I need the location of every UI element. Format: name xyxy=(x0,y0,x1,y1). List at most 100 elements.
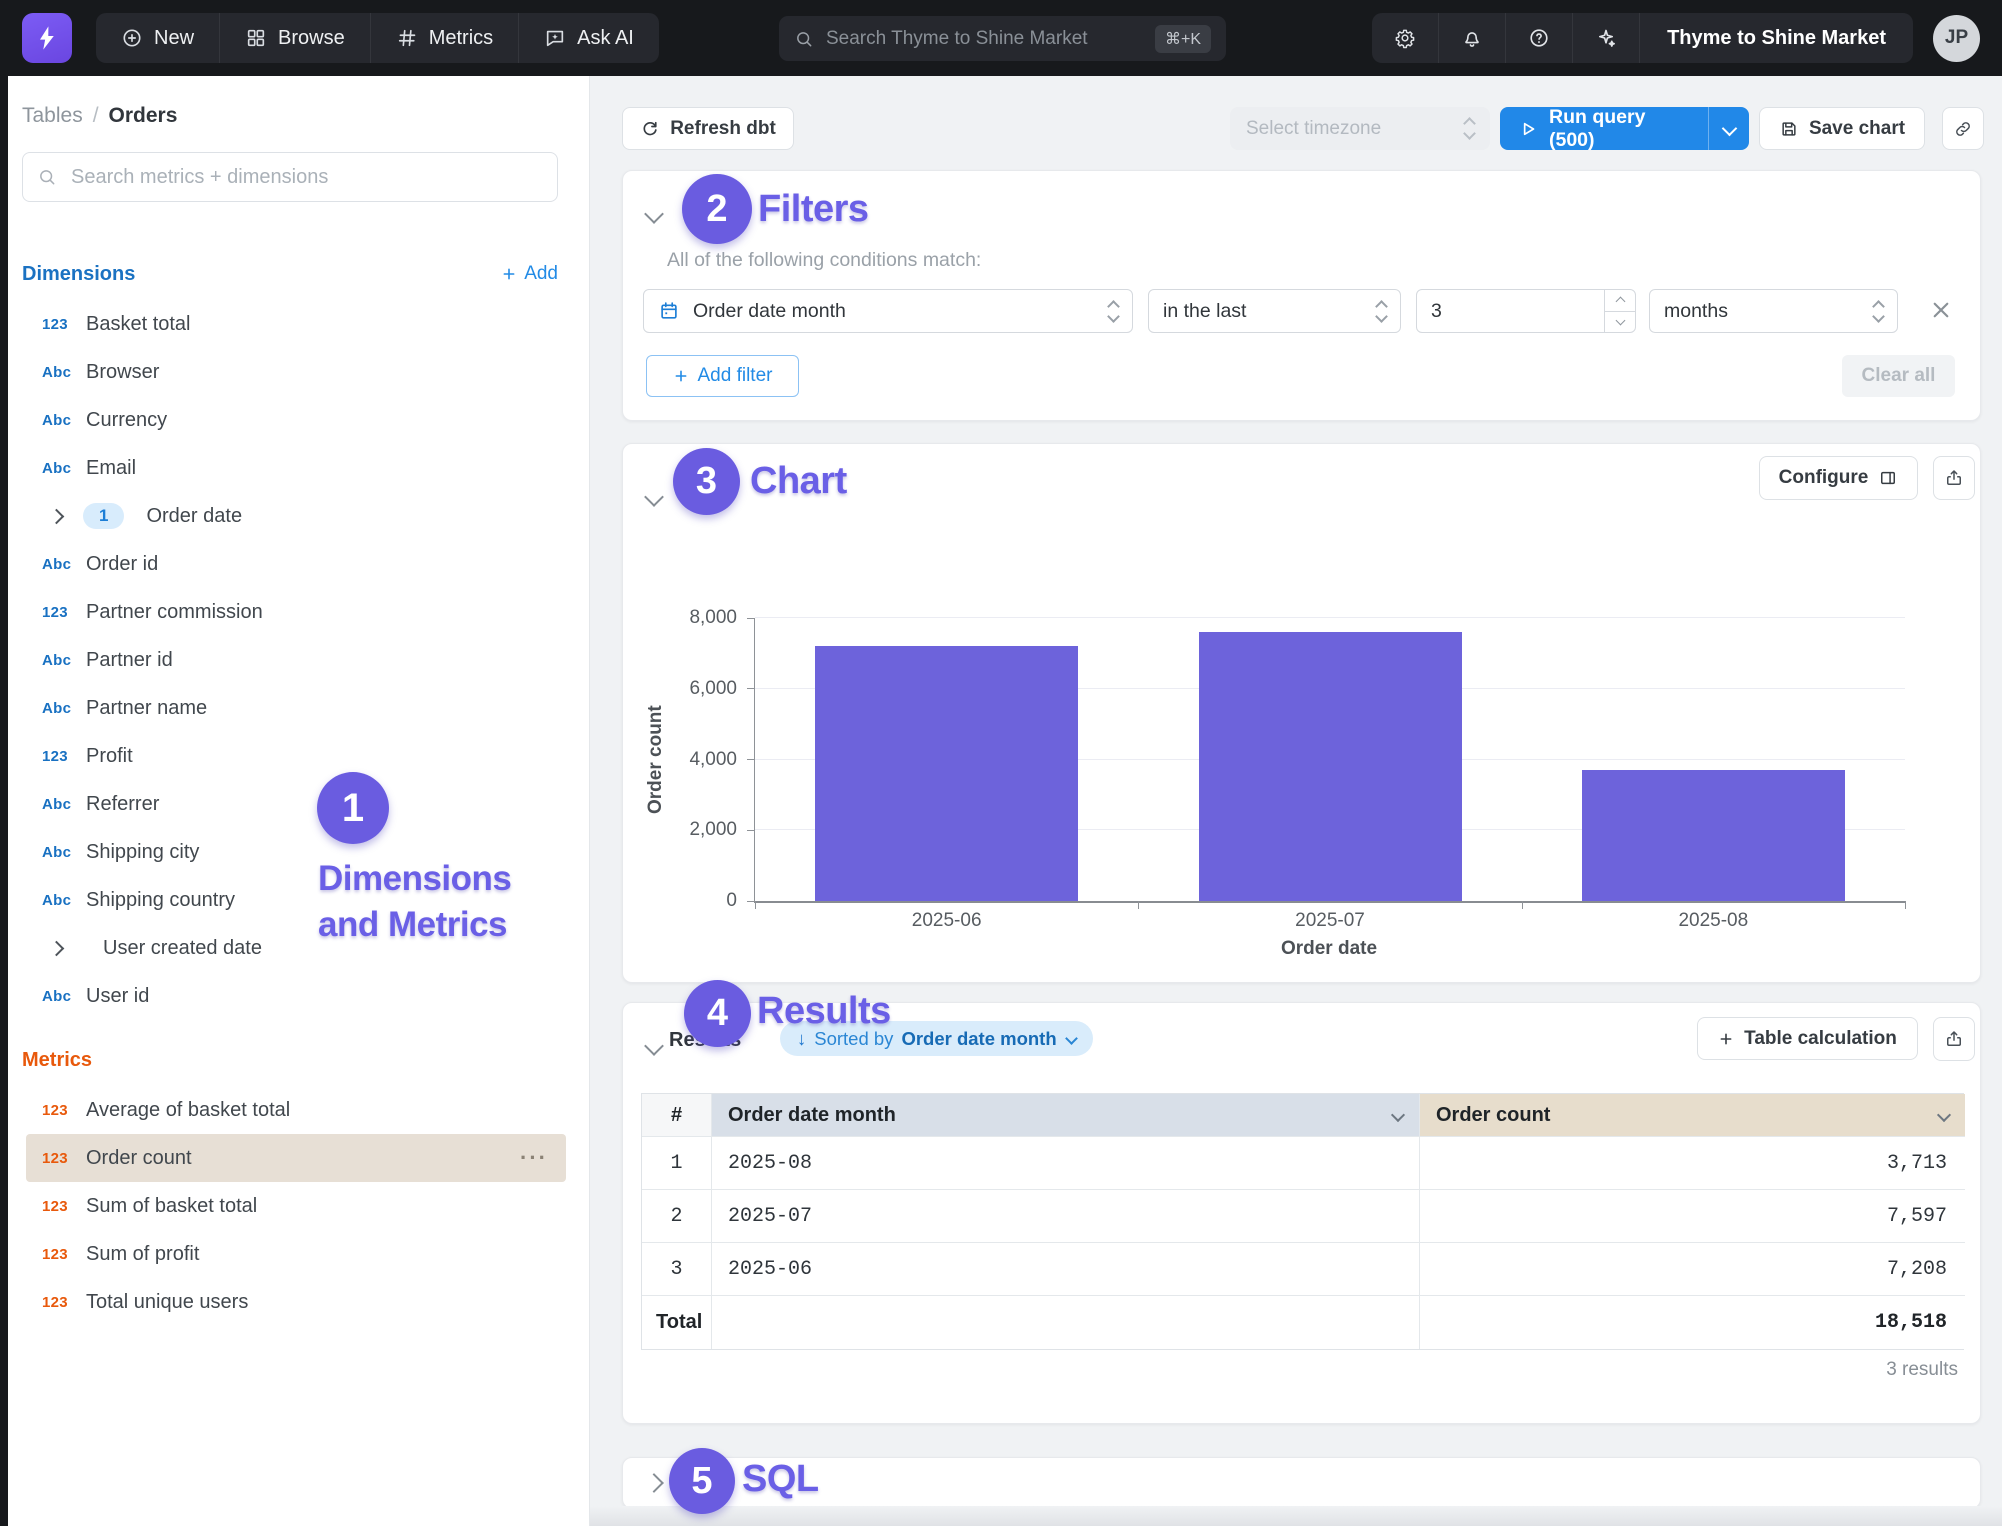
play-icon xyxy=(1518,119,1538,139)
add-filter-label: Add filter xyxy=(698,365,773,387)
remove-filter-button[interactable] xyxy=(1928,297,1954,323)
dimension-shipping-country[interactable]: AbcShipping country xyxy=(22,876,562,924)
table-cell[interactable]: 2025-06 xyxy=(712,1243,1420,1296)
table-cell[interactable]: 7,208 xyxy=(1420,1243,1965,1296)
table-cell[interactable]: 3,713 xyxy=(1420,1137,1965,1190)
nav-item-metrics[interactable]: Metrics xyxy=(370,13,518,63)
help-button[interactable] xyxy=(1505,13,1572,63)
notifications-button[interactable] xyxy=(1438,13,1505,63)
collapse-results-icon[interactable] xyxy=(644,1036,664,1056)
dimension-partner-name[interactable]: AbcPartner name xyxy=(22,684,562,732)
dimension-shipping-city[interactable]: AbcShipping city xyxy=(22,828,562,876)
export-results-button[interactable] xyxy=(1933,1017,1975,1061)
add-filter-button[interactable]: Add filter xyxy=(646,355,799,397)
table-cell[interactable]: 1 xyxy=(642,1137,712,1190)
dimension-user-id[interactable]: AbcUser id xyxy=(22,972,562,1020)
dimension-profit[interactable]: 123Profit xyxy=(22,732,562,780)
metric-average-of-basket-total[interactable]: 123Average of basket total xyxy=(22,1086,562,1134)
run-query-dropdown[interactable] xyxy=(1708,107,1749,150)
bar-2025-08[interactable] xyxy=(1582,770,1845,901)
column-header-order-date-month[interactable]: Order date month xyxy=(712,1094,1420,1137)
metric-order-count[interactable]: 123Order count··· xyxy=(26,1134,566,1182)
bar-2025-07[interactable] xyxy=(1199,632,1462,901)
plus-circle-icon xyxy=(121,27,143,49)
collapse-chart-icon[interactable] xyxy=(644,487,664,507)
numeric-type-icon: 123 xyxy=(42,316,86,333)
metric-total-unique-users[interactable]: 123Total unique users xyxy=(22,1278,562,1326)
dimension-referrer[interactable]: AbcReferrer xyxy=(22,780,562,828)
clear-all-button[interactable]: Clear all xyxy=(1842,355,1955,397)
collapse-filters-icon[interactable] xyxy=(644,204,664,224)
gridline xyxy=(755,617,1905,618)
table-cell[interactable]: 2025-07 xyxy=(712,1190,1420,1243)
configure-button[interactable]: Configure xyxy=(1759,456,1918,500)
app-logo[interactable] xyxy=(22,13,72,63)
sparkles-button[interactable] xyxy=(1572,13,1639,63)
column-header-order-count[interactable]: Order count xyxy=(1420,1094,1965,1137)
dimension-currency[interactable]: AbcCurrency xyxy=(22,396,562,444)
dimension-partner-id[interactable]: AbcPartner id xyxy=(22,636,562,684)
dimension-email[interactable]: AbcEmail xyxy=(22,444,562,492)
add-dimension-label: Add xyxy=(524,263,558,285)
table-calculation-button[interactable]: Table calculation xyxy=(1697,1017,1918,1060)
filter-operator-select[interactable]: in the last xyxy=(1148,289,1401,333)
text-type-icon: Abc xyxy=(42,700,86,717)
stepper-down-button[interactable] xyxy=(1605,311,1635,333)
timezone-select[interactable]: Select timezone xyxy=(1230,107,1490,150)
dimension-partner-commission[interactable]: 123Partner commission xyxy=(22,588,562,636)
chevron-down-icon[interactable] xyxy=(1937,1108,1951,1122)
stepper-up-button[interactable] xyxy=(1605,290,1635,311)
project-switcher[interactable]: Thyme to Shine Market xyxy=(1639,13,1913,63)
table-cell[interactable]: 3 xyxy=(642,1243,712,1296)
filter-unit-select[interactable]: months xyxy=(1649,289,1898,333)
table-cell[interactable]: 7,597 xyxy=(1420,1190,1965,1243)
text-type-icon: Abc xyxy=(42,844,86,861)
metric-sum-of-basket-total[interactable]: 123Sum of basket total xyxy=(22,1182,562,1230)
nav-item-browse[interactable]: Browse xyxy=(219,13,370,63)
breadcrumb-tables-link[interactable]: Tables xyxy=(22,104,83,128)
field-more-menu[interactable]: ··· xyxy=(520,1145,548,1171)
plus-icon xyxy=(673,368,689,384)
expand-sql-icon[interactable] xyxy=(644,1473,664,1493)
filter-field-value: Order date month xyxy=(693,300,846,323)
breadcrumb-separator: / xyxy=(93,104,99,128)
settings-button[interactable] xyxy=(1372,13,1438,63)
fields-search-input[interactable] xyxy=(69,165,543,190)
numeric-type-icon: 123 xyxy=(42,1198,86,1215)
chevron-right-icon[interactable] xyxy=(45,943,67,954)
metric-sum-of-profit[interactable]: 123Sum of profit xyxy=(22,1230,562,1278)
chevron-down-icon[interactable] xyxy=(1391,1108,1405,1122)
column-header--[interactable]: # xyxy=(642,1094,712,1137)
field-label: Browser xyxy=(86,361,159,384)
share-link-button[interactable] xyxy=(1942,107,1984,150)
nav-item-ask-ai[interactable]: Ask AI xyxy=(518,13,659,63)
panel-icon xyxy=(1878,468,1898,488)
filter-field-select[interactable]: Order date month xyxy=(643,289,1133,333)
export-chart-button[interactable] xyxy=(1933,456,1975,500)
add-dimension-button[interactable]: Add xyxy=(501,263,558,285)
dimension-basket-total[interactable]: 123Basket total xyxy=(22,300,562,348)
text-type-icon: Abc xyxy=(42,652,86,669)
run-query-button[interactable]: Run query (500) xyxy=(1500,107,1749,150)
nav-item-label: New xyxy=(154,27,194,50)
nav-item-label: Browse xyxy=(278,27,345,50)
dimension-order-id[interactable]: AbcOrder id xyxy=(22,540,562,588)
filter-value-input[interactable] xyxy=(1417,290,1585,332)
table-cell[interactable]: 2025-08 xyxy=(712,1137,1420,1190)
dimension-order-date[interactable]: 1Order date xyxy=(22,492,562,540)
avatar[interactable]: JP xyxy=(1933,15,1980,62)
settings-icon xyxy=(1394,27,1416,49)
save-chart-button[interactable]: Save chart xyxy=(1759,107,1925,150)
lightning-icon xyxy=(33,24,61,52)
refresh-dbt-button[interactable]: Refresh dbt xyxy=(622,107,794,150)
dimension-browser[interactable]: AbcBrowser xyxy=(22,348,562,396)
sorted-by-pill[interactable]: ↓ Sorted by Order date month xyxy=(780,1021,1093,1056)
calendar-icon xyxy=(658,300,680,322)
nav-item-new[interactable]: New xyxy=(96,13,219,63)
global-search[interactable]: Search Thyme to Shine Market ⌘+K xyxy=(779,16,1226,61)
bar-2025-06[interactable] xyxy=(815,646,1078,901)
dimension-user-created-date[interactable]: User created date xyxy=(22,924,562,972)
chevron-right-icon[interactable] xyxy=(45,511,67,522)
table-cell[interactable]: 2 xyxy=(642,1190,712,1243)
y-tick-mark xyxy=(747,901,755,902)
